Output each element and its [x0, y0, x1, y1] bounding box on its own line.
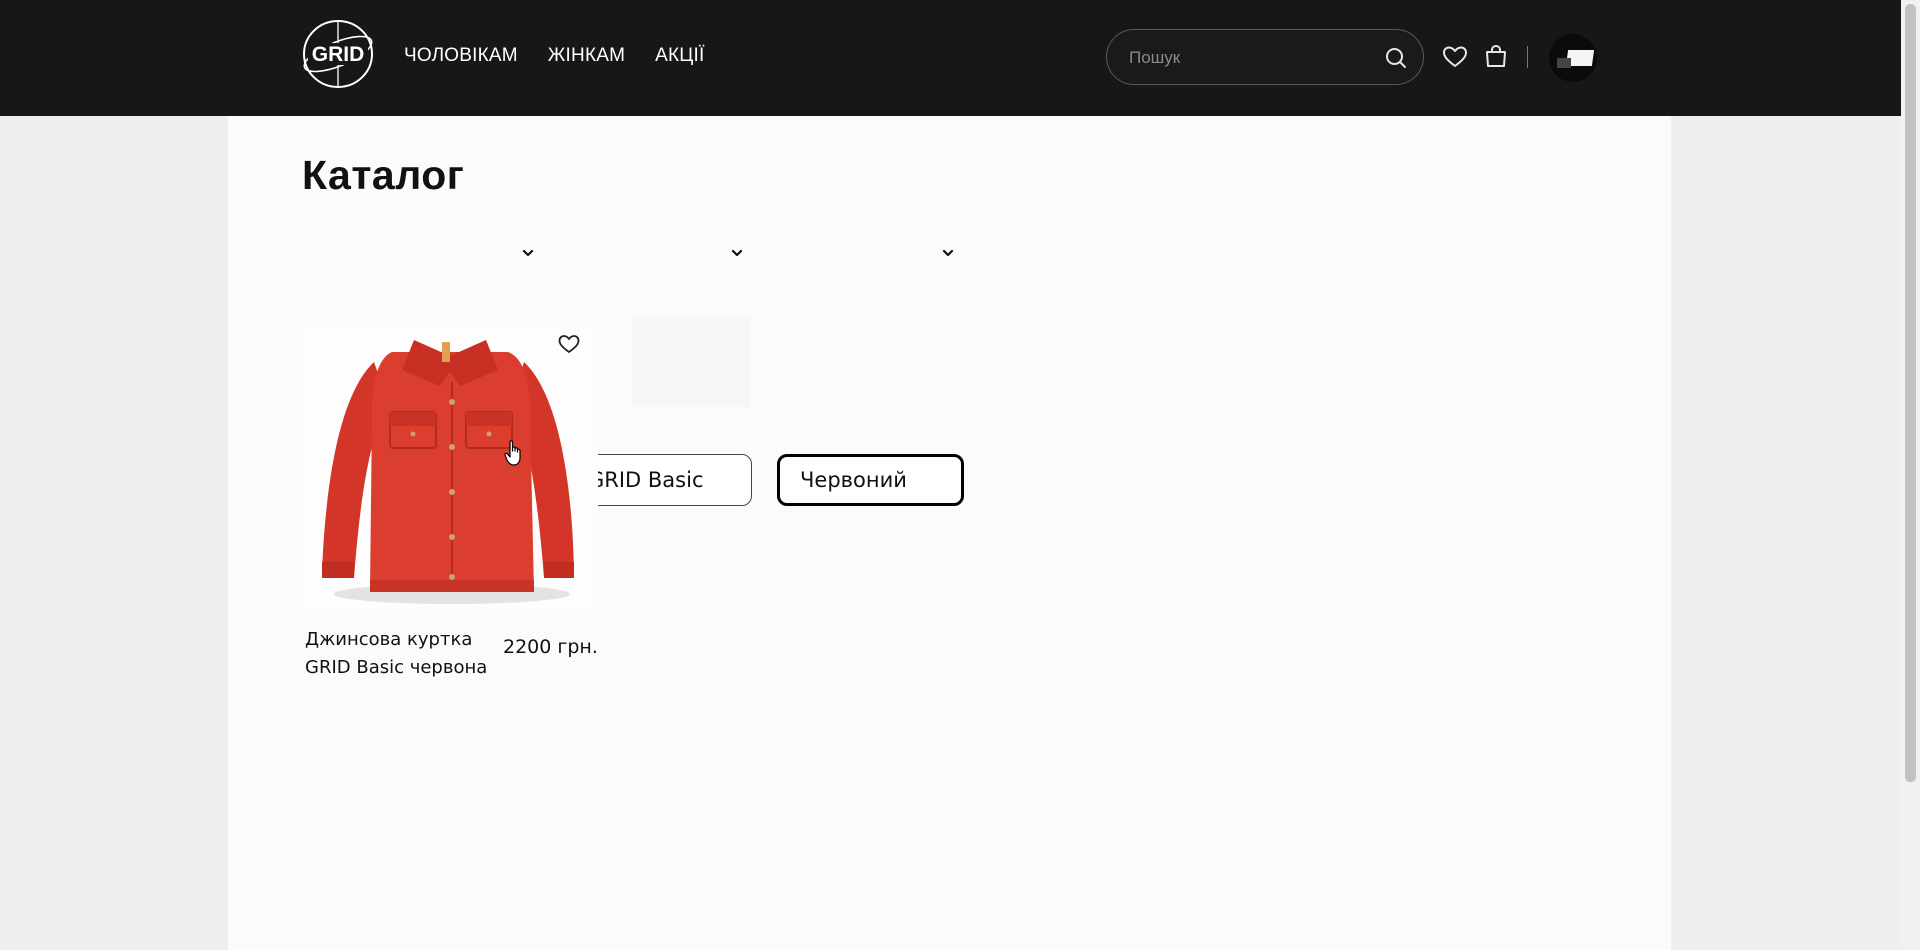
- chevron-down-icon: [731, 249, 743, 257]
- main-nav: ЧОЛОВІКАМ ЖІНКАМ АКЦІЇ: [404, 45, 704, 67]
- search-box: [1106, 29, 1424, 85]
- placeholder-card: [632, 317, 750, 407]
- heart-icon[interactable]: [1441, 43, 1469, 71]
- avatar[interactable]: [1549, 34, 1597, 82]
- header-divider: [1527, 46, 1528, 68]
- site-header: GRID ЧОЛОВІКАМ ЖІНКАМ АКЦІЇ: [0, 0, 1901, 116]
- scrollbar[interactable]: [1901, 0, 1920, 950]
- viewport: GRID ЧОЛОВІКАМ ЖІНКАМ АКЦІЇ Пошук Катало…: [0, 0, 1901, 950]
- filter-color-select[interactable]: Червоний: [777, 454, 964, 506]
- favorite-icon[interactable]: [557, 333, 581, 355]
- chevron-down-icon: [522, 249, 534, 257]
- filter-category-wrap: Джинсові куртки: [302, 227, 544, 506]
- product-price: 2200 грн.: [503, 636, 598, 658]
- product-name[interactable]: Джинсова куртка GRID Basic червона: [305, 626, 495, 682]
- chevron-down-icon: [942, 249, 954, 257]
- filter-color-wrap: Червоний: [777, 227, 964, 506]
- logo-icon: GRID: [303, 20, 373, 88]
- nav-men[interactable]: ЧОЛОВІКАМ: [404, 45, 518, 67]
- search-input[interactable]: [1129, 44, 1369, 72]
- search-icon[interactable]: [1383, 45, 1409, 71]
- jacket-image: [322, 340, 574, 604]
- nav-women[interactable]: ЖІНКАМ: [548, 45, 625, 67]
- scrollbar-thumb[interactable]: [1905, 4, 1916, 782]
- product-image[interactable]: [302, 322, 598, 614]
- avatar-shape: [1557, 58, 1571, 68]
- bag-icon[interactable]: [1482, 42, 1510, 70]
- filter-brand-wrap: GRID Basic: [567, 227, 752, 506]
- logo[interactable]: GRID: [300, 18, 376, 90]
- page-title: Каталог: [302, 152, 465, 198]
- logo-text: GRID: [312, 43, 365, 66]
- nav-sale[interactable]: АКЦІЇ: [655, 45, 704, 67]
